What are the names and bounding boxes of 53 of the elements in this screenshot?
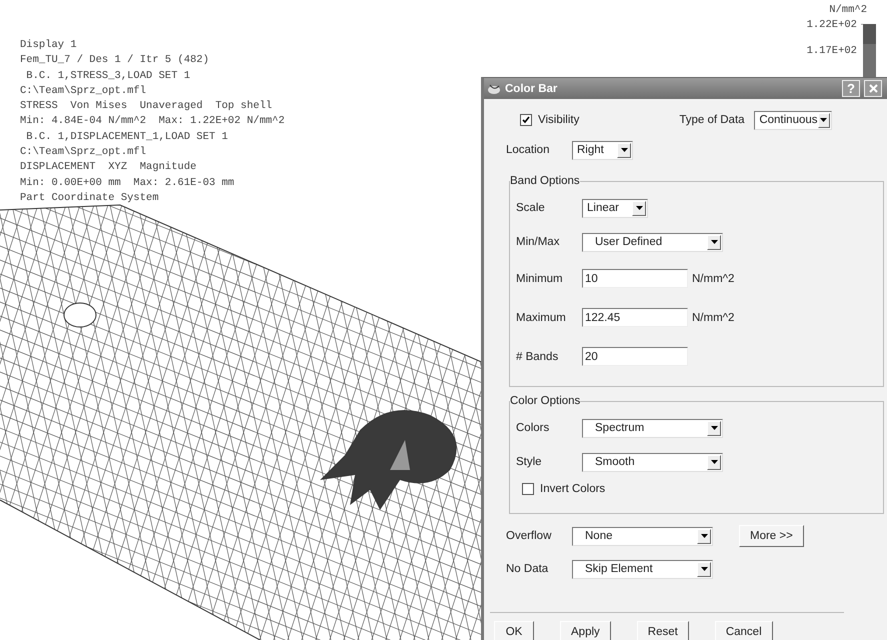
legend-value: 1.22E+02 [806,19,857,32]
dropdown[interactable]: Smooth [582,452,723,472]
unit-label: N/mm^2 [692,272,734,284]
window-title: Color Bar [505,82,558,94]
info-text: DISPLACEMENT XYZ Magnitude [20,160,198,176]
close-icon [868,84,878,93]
checkbox[interactable] [520,114,532,126]
info-text: B.C. 1,STRESS_3,LOAD SET 1 [25,68,192,84]
info-text: Fem_TU_7 / Des 1 / Itr 5 (482) [20,53,210,68]
dropdown[interactable]: Continuous [754,110,832,130]
more-button[interactable]: More >> [739,525,804,547]
dialog-button[interactable]: Apply [560,621,611,640]
info-text: B.C. 1,DISPLACEMENT_1,LOAD SET 1 [25,130,229,145]
info-text: Min: 0.00E+00 mm Max: 2.61E-03 mm [20,176,236,191]
field-label: Style [516,456,543,468]
legend-value: 1.17E+02 [806,45,857,58]
checkbox-label: Invert Colors [540,483,606,495]
dropdown[interactable]: None [572,526,713,546]
dialog-button[interactable]: Reset [636,621,689,640]
unit-label: N/mm^2 [692,312,734,324]
close-button[interactable] [864,80,882,97]
text-field[interactable]: 10 [582,269,688,288]
field-label: Scale [516,202,546,214]
checkbox-label: Visibility [538,114,580,126]
field-label: Overflow [506,530,552,542]
field-label: Minimum [516,272,564,284]
field-label: No Data [506,563,550,575]
text-field[interactable]: 122.45 [582,308,688,327]
field-label: Maximum [516,312,567,324]
text-field[interactable]: 20 [582,347,688,366]
dialog-button[interactable]: OK [494,621,534,640]
info-text: C:\Team\Sprz_opt.mfl [20,84,148,99]
info-text: STRESS Von Mises Unaveraged Top shell [20,99,274,114]
info-text: Part Coordinate System [20,190,160,206]
dropdown[interactable]: Spectrum [582,418,723,438]
legend-unit: N/mm^2 [829,4,867,17]
dropdown[interactable]: Right [572,140,633,160]
info-text: Min: 4.84E-04 N/mm^2 Max: 1.22E+02 N/mm^2 [20,114,285,130]
field-label: # Bands [516,350,560,362]
dropdown[interactable]: User Defined [582,232,723,252]
field-label: Min/Max [516,236,560,248]
group-title: Band Options [510,175,580,187]
checkbox[interactable] [522,483,534,495]
app-icon [487,82,501,94]
field-label: Location [506,144,550,156]
info-text: C:\Team\Sprz_opt.mfl [20,145,148,160]
info-text: Display 1 [20,38,78,53]
dropdown[interactable]: Skip Element [572,560,713,578]
dropdown[interactable]: Linear [582,198,648,218]
dialog-button[interactable]: Cancel [714,621,773,640]
field-label: Type of Data [679,114,746,126]
group-title: Color Options [510,395,580,407]
field-label: Colors [516,422,550,434]
